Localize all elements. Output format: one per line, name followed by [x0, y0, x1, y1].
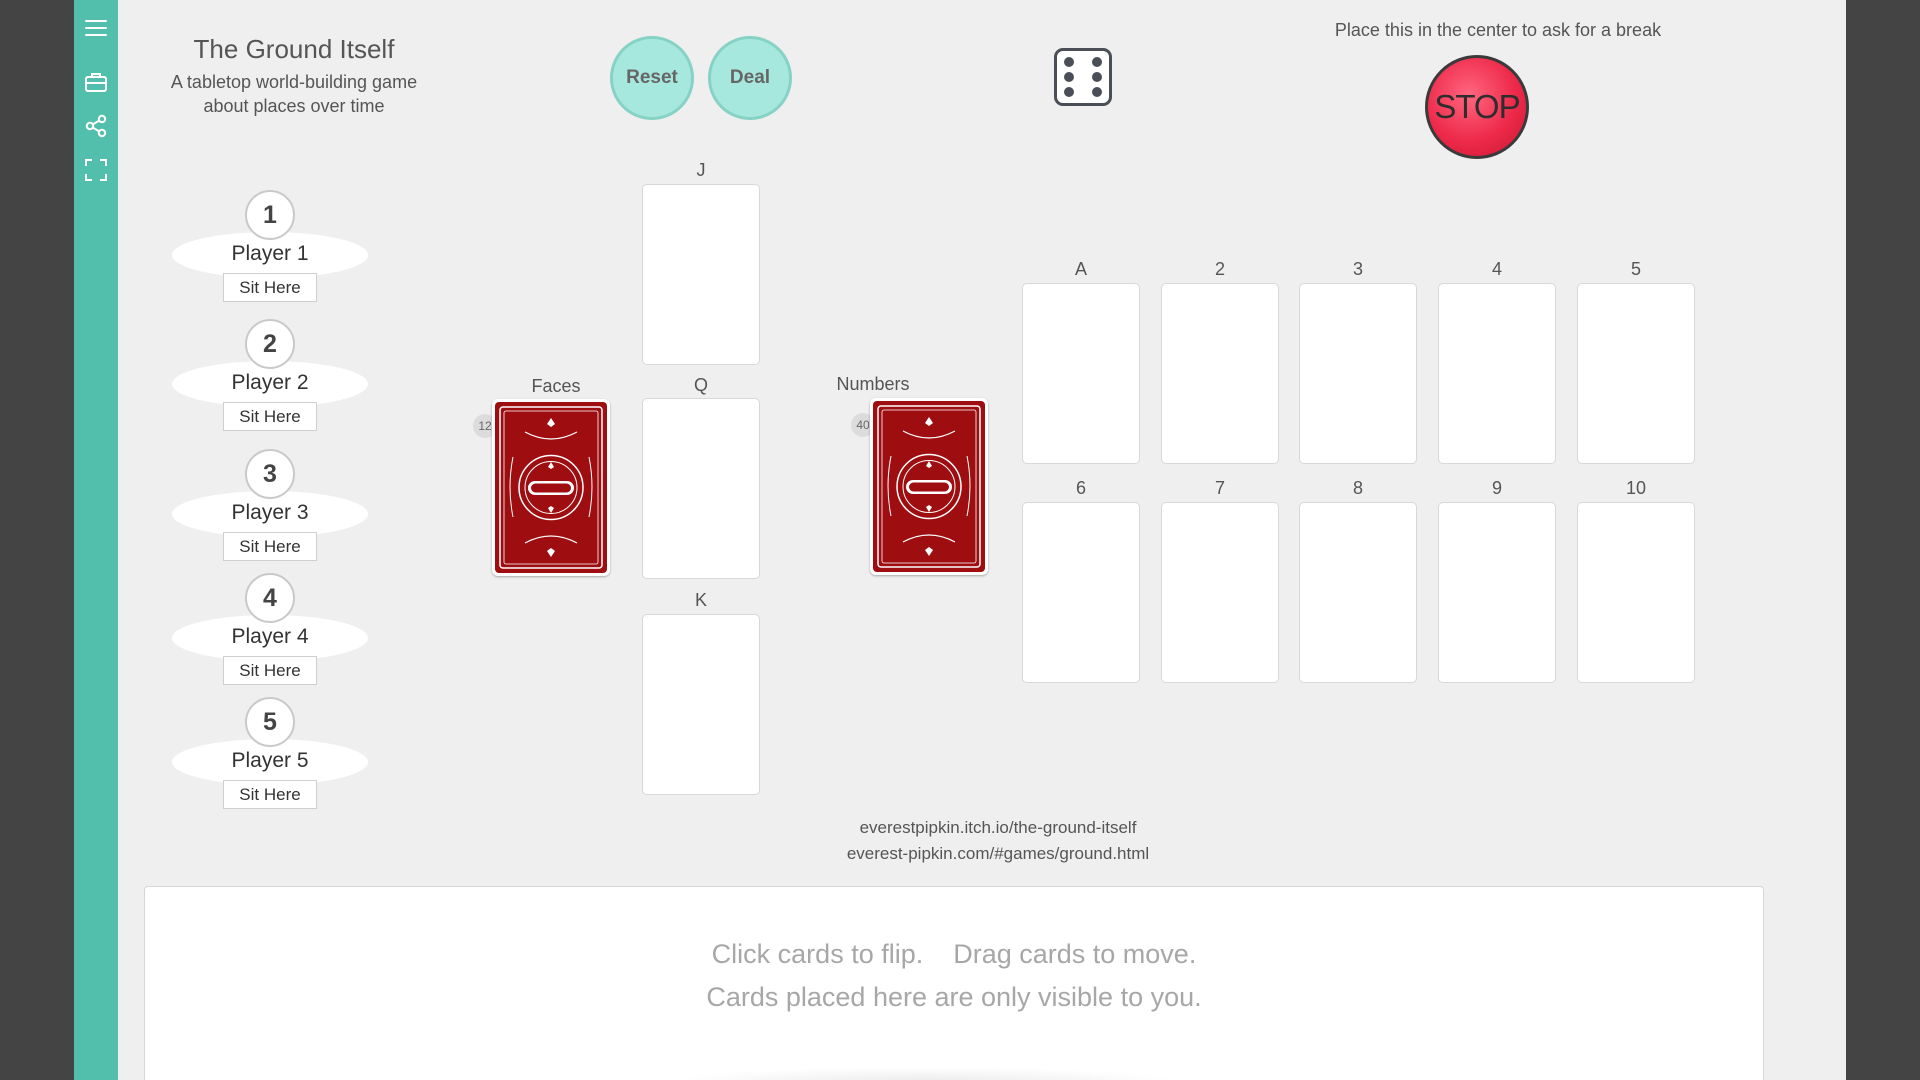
- faces-deck-label: Faces: [531, 376, 581, 396]
- sit-here-button[interactable]: Sit Here: [223, 402, 317, 431]
- player-name: Player 2: [231, 371, 309, 394]
- seat-number: 1: [245, 190, 295, 240]
- player-seat: 3 Player 3 Sit Here: [172, 449, 368, 573]
- slot-label-5: 5: [1630, 259, 1641, 279]
- slot-label-9: 9: [1491, 478, 1502, 498]
- sit-here-button[interactable]: Sit Here: [223, 532, 317, 561]
- deal-button[interactable]: Deal: [708, 36, 792, 120]
- card-slot-a[interactable]: [1022, 283, 1140, 464]
- card-slot-9[interactable]: [1438, 502, 1556, 683]
- stop-token[interactable]: STOP: [1425, 55, 1529, 159]
- sidebar: [74, 0, 118, 1080]
- player-name: Player 3: [231, 501, 309, 524]
- share-icon[interactable]: [83, 113, 109, 139]
- slot-label-3: 3: [1352, 259, 1363, 279]
- stop-caption: Place this in the center to ask for a br…: [1334, 20, 1662, 40]
- hamburger-menu-icon[interactable]: [83, 15, 109, 41]
- reset-button[interactable]: Reset: [610, 36, 694, 120]
- card-slot-8[interactable]: [1299, 502, 1417, 683]
- slot-label-a: A: [1074, 259, 1087, 279]
- card-slot-5[interactable]: [1577, 283, 1695, 464]
- player-seat: 4 Player 4 Sit Here: [172, 573, 368, 697]
- toolbox-icon[interactable]: [83, 69, 109, 95]
- private-hand-area[interactable]: Click cards to flip. Drag cards to move.…: [144, 886, 1764, 1080]
- sit-here-button[interactable]: Sit Here: [223, 780, 317, 809]
- seat-number: 2: [245, 319, 295, 369]
- card-slot-6[interactable]: [1022, 502, 1140, 683]
- sit-here-button[interactable]: Sit Here: [223, 273, 317, 302]
- slot-label-7: 7: [1214, 478, 1225, 498]
- numbers-deck-label: Numbers: [836, 374, 910, 394]
- slot-label-10: 10: [1625, 478, 1647, 498]
- seat-number: 3: [245, 449, 295, 499]
- card-slot-4[interactable]: [1438, 283, 1556, 464]
- slot-label-6: 6: [1075, 478, 1086, 498]
- die-pip: [1092, 87, 1102, 97]
- die-pip: [1064, 87, 1074, 97]
- player-name: Player 1: [231, 242, 309, 265]
- hand-shadow: [665, 1067, 1185, 1080]
- slot-label-8: 8: [1352, 478, 1363, 498]
- card-slot-10[interactable]: [1577, 502, 1695, 683]
- card-slot-7[interactable]: [1161, 502, 1279, 683]
- card-back-art: [499, 406, 603, 569]
- die-pip: [1064, 72, 1074, 82]
- fullscreen-icon[interactable]: [83, 157, 109, 183]
- game-table: The Ground Itself A tabletop world-build…: [118, 0, 1846, 1080]
- player-seat: 1 Player 1 Sit Here: [172, 190, 368, 314]
- die-pip: [1092, 72, 1102, 82]
- player-name: Player 4: [231, 625, 309, 648]
- credit-links: everestpipkin.itch.io/the-ground-itself …: [718, 815, 1278, 867]
- game-title: The Ground Itself: [193, 34, 395, 64]
- die[interactable]: [1054, 48, 1112, 106]
- seat-number: 5: [245, 697, 295, 747]
- card-back: [873, 401, 985, 572]
- itch-link[interactable]: everestpipkin.itch.io/the-ground-itself: [718, 815, 1278, 841]
- player-seat: 5 Player 5 Sit Here: [172, 697, 368, 821]
- card-slot-2[interactable]: [1161, 283, 1279, 464]
- faces-deck[interactable]: [492, 399, 610, 576]
- player-seat: 2 Player 2 Sit Here: [172, 319, 368, 443]
- hand-hint-line-2: Cards placed here are only visible to yo…: [706, 982, 1202, 1012]
- subtitle-line-1: A tabletop world-building game: [170, 72, 418, 92]
- card-slot-j[interactable]: [642, 184, 760, 365]
- game-subtitle: A tabletop world-building game about pla…: [158, 70, 430, 118]
- die-pip: [1064, 57, 1074, 67]
- seat-number: 4: [245, 573, 295, 623]
- slot-label-j: J: [696, 160, 706, 180]
- slot-label-4: 4: [1491, 259, 1502, 279]
- card-back-art: [877, 405, 981, 568]
- slot-label-k: K: [694, 590, 707, 610]
- subtitle-line-2: about places over time: [203, 96, 385, 116]
- die-pip: [1092, 57, 1102, 67]
- sit-here-button[interactable]: Sit Here: [223, 656, 317, 685]
- card-slot-q[interactable]: [642, 398, 760, 579]
- card-slot-3[interactable]: [1299, 283, 1417, 464]
- card-slot-k[interactable]: [642, 614, 760, 795]
- website-link[interactable]: everest-pipkin.com/#games/ground.html: [718, 841, 1278, 867]
- slot-label-q: Q: [693, 375, 708, 395]
- slot-label-2: 2: [1214, 259, 1225, 279]
- hand-hint-line-1: Click cards to flip. Drag cards to move.: [711, 939, 1197, 969]
- player-name: Player 5: [231, 749, 309, 772]
- numbers-deck[interactable]: [870, 398, 988, 575]
- card-back: [495, 402, 607, 573]
